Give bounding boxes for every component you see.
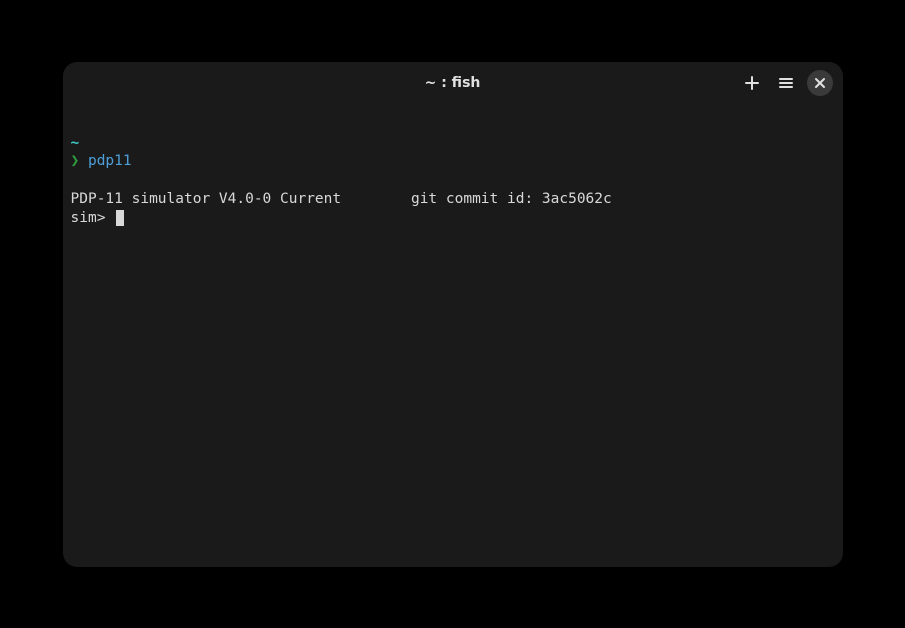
terminal-body[interactable]: ~ ❯ pdp11 PDP-11 simulator V4.0-0 Curren… <box>63 104 843 567</box>
output-line: PDP-11 simulator V4.0-0 Current git comm… <box>71 191 612 207</box>
close-icon <box>814 77 826 89</box>
close-button[interactable] <box>807 70 833 96</box>
prompt-char: ❯ <box>71 153 80 169</box>
titlebar: ~ : fish <box>63 62 843 104</box>
cursor <box>116 210 124 226</box>
window-controls <box>739 70 833 96</box>
terminal-window: ~ : fish ~ ❯ <box>63 62 843 567</box>
hamburger-icon <box>778 75 794 91</box>
plus-icon <box>744 75 760 91</box>
menu-button[interactable] <box>773 70 799 96</box>
cwd-indicator: ~ <box>71 135 80 151</box>
sim-prompt: sim> <box>71 210 115 226</box>
window-title: ~ : fish <box>425 75 481 91</box>
new-tab-button[interactable] <box>739 70 765 96</box>
entered-command: pdp11 <box>88 153 132 169</box>
